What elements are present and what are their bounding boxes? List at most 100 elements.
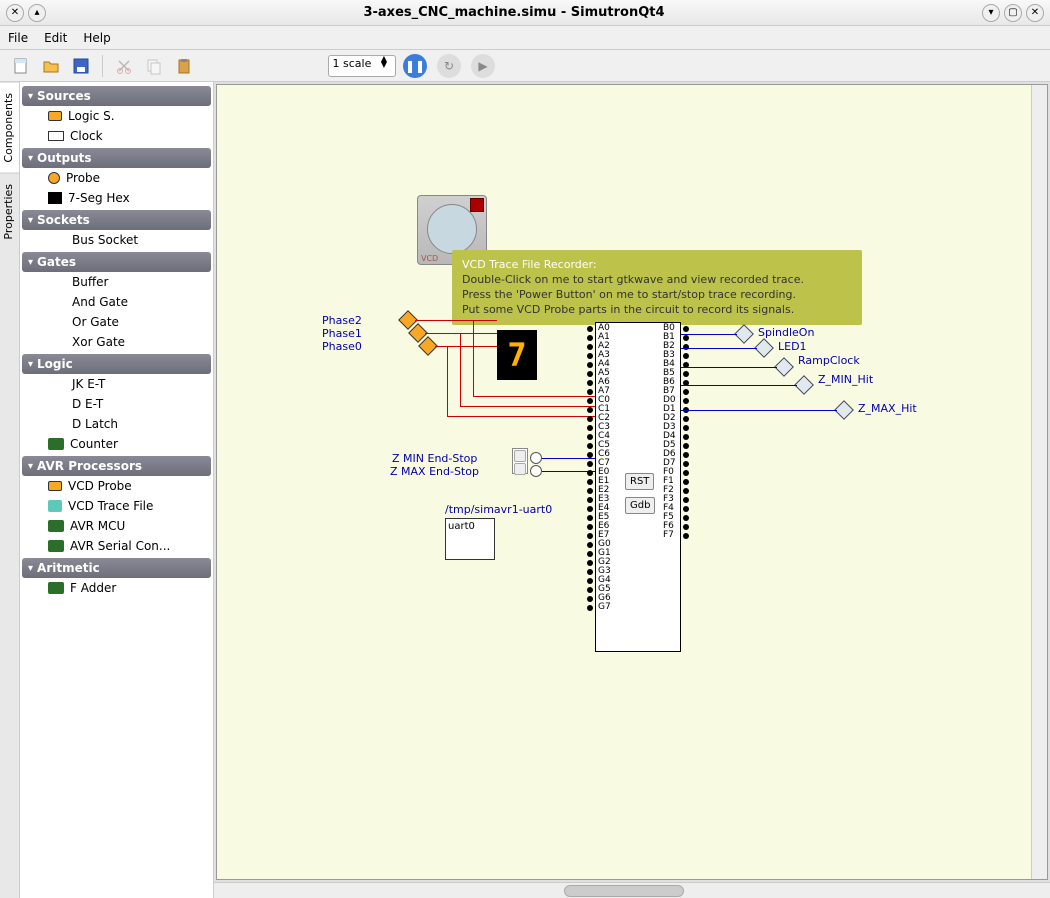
pin-A0[interactable] bbox=[587, 326, 593, 332]
pin-G3[interactable] bbox=[587, 569, 593, 575]
pin-B2[interactable] bbox=[683, 344, 689, 350]
pin-A2[interactable] bbox=[587, 344, 593, 350]
tab-components[interactable]: Components bbox=[0, 82, 19, 173]
pin-A1[interactable] bbox=[587, 335, 593, 341]
tree-item-avr-serial-con-[interactable]: AVR Serial Con... bbox=[22, 536, 211, 556]
tree-item-xor-gate[interactable]: Xor Gate bbox=[22, 332, 211, 352]
save-file-icon[interactable] bbox=[68, 53, 94, 79]
pin-F7[interactable] bbox=[683, 533, 689, 539]
pin-F0[interactable] bbox=[683, 470, 689, 476]
pin-F2[interactable] bbox=[683, 488, 689, 494]
tree-category-aritmetic[interactable]: Aritmetic bbox=[22, 558, 211, 578]
menu-file[interactable]: File bbox=[8, 31, 28, 45]
pin-E7[interactable] bbox=[587, 533, 593, 539]
schematic-canvas[interactable]: VCD VCD Trace File Recorder: Double-Clic… bbox=[216, 84, 1048, 880]
endstop-node-max[interactable] bbox=[530, 465, 542, 477]
pin-B3[interactable] bbox=[683, 353, 689, 359]
tree-item-f-adder[interactable]: F Adder bbox=[22, 578, 211, 598]
pause-button[interactable]: ❚❚ bbox=[403, 54, 427, 78]
horizontal-scrollbar[interactable] bbox=[214, 882, 1050, 898]
pin-A5[interactable] bbox=[587, 371, 593, 377]
probe-spindleon[interactable] bbox=[734, 324, 754, 344]
pin-D4[interactable] bbox=[683, 434, 689, 440]
probe-zmax[interactable] bbox=[834, 400, 854, 420]
pin-E2[interactable] bbox=[587, 488, 593, 494]
pin-E0[interactable] bbox=[587, 470, 593, 476]
seven-seg-display[interactable]: 7 bbox=[497, 330, 537, 380]
pin-C0[interactable] bbox=[587, 398, 593, 404]
tree-category-sources[interactable]: Sources bbox=[22, 86, 211, 106]
tree-item-7-seg-hex[interactable]: 7-Seg Hex bbox=[22, 188, 211, 208]
tree-item-avr-mcu[interactable]: AVR MCU bbox=[22, 516, 211, 536]
pin-G1[interactable] bbox=[587, 551, 593, 557]
pin-E5[interactable] bbox=[587, 515, 593, 521]
uart-terminal[interactable]: uart0 bbox=[445, 518, 495, 560]
pin-C1[interactable] bbox=[587, 407, 593, 413]
paste-icon[interactable] bbox=[171, 53, 197, 79]
pin-E6[interactable] bbox=[587, 524, 593, 530]
pin-G5[interactable] bbox=[587, 587, 593, 593]
tree-item-bus-socket[interactable]: Bus Socket bbox=[22, 230, 211, 250]
pin-D0[interactable] bbox=[683, 398, 689, 404]
pin-C4[interactable] bbox=[587, 434, 593, 440]
pin-A4[interactable] bbox=[587, 362, 593, 368]
tree-category-avr-processors[interactable]: AVR Processors bbox=[22, 456, 211, 476]
pin-F6[interactable] bbox=[683, 524, 689, 530]
tree-category-sockets[interactable]: Sockets bbox=[22, 210, 211, 230]
pin-B1[interactable] bbox=[683, 335, 689, 341]
pin-F3[interactable] bbox=[683, 497, 689, 503]
probe-led1[interactable] bbox=[754, 338, 774, 358]
pin-B7[interactable] bbox=[683, 389, 689, 395]
probe-rampclock[interactable] bbox=[774, 357, 794, 377]
menu-help[interactable]: Help bbox=[83, 31, 110, 45]
probe-zmin[interactable] bbox=[794, 375, 814, 395]
tree-item-probe[interactable]: Probe bbox=[22, 168, 211, 188]
pin-G4[interactable] bbox=[587, 578, 593, 584]
pin-D6[interactable] bbox=[683, 452, 689, 458]
maximize-icon[interactable]: ▢ bbox=[1004, 4, 1022, 22]
pin-D3[interactable] bbox=[683, 425, 689, 431]
tree-item-d-e-t[interactable]: D E-T bbox=[22, 394, 211, 414]
pin-F1[interactable] bbox=[683, 479, 689, 485]
cut-icon[interactable] bbox=[111, 53, 137, 79]
pin-D7[interactable] bbox=[683, 461, 689, 467]
open-file-icon[interactable] bbox=[38, 53, 64, 79]
tree-item-d-latch[interactable]: D Latch bbox=[22, 414, 211, 434]
gdb-button[interactable]: Gdb bbox=[625, 497, 655, 514]
pin-E4[interactable] bbox=[587, 506, 593, 512]
vcd-power-button[interactable] bbox=[470, 198, 484, 212]
tree-item-counter[interactable]: Counter bbox=[22, 434, 211, 454]
pin-C2[interactable] bbox=[587, 416, 593, 422]
tree-category-logic[interactable]: Logic bbox=[22, 354, 211, 374]
pin-E3[interactable] bbox=[587, 497, 593, 503]
minimize-icon[interactable]: ▾ bbox=[982, 4, 1000, 22]
tree-category-gates[interactable]: Gates bbox=[22, 252, 211, 272]
scale-selector[interactable]: 1 scale ▲▼ bbox=[328, 55, 397, 77]
reload-button[interactable]: ↻ bbox=[437, 54, 461, 78]
tree-item-logic-s-[interactable]: Logic S. bbox=[22, 106, 211, 126]
pin-G6[interactable] bbox=[587, 596, 593, 602]
tree-item-and-gate[interactable]: And Gate bbox=[22, 292, 211, 312]
pin-G7[interactable] bbox=[587, 605, 593, 611]
tree-item-jk-e-t[interactable]: JK E-T bbox=[22, 374, 211, 394]
tree-item-clock[interactable]: Clock bbox=[22, 126, 211, 146]
new-file-icon[interactable] bbox=[8, 53, 34, 79]
pin-G2[interactable] bbox=[587, 560, 593, 566]
tree-item-vcd-probe[interactable]: VCD Probe bbox=[22, 476, 211, 496]
tree-category-outputs[interactable]: Outputs bbox=[22, 148, 211, 168]
pin-A3[interactable] bbox=[587, 353, 593, 359]
pin-F4[interactable] bbox=[683, 506, 689, 512]
copy-icon[interactable] bbox=[141, 53, 167, 79]
pin-D2[interactable] bbox=[683, 416, 689, 422]
pin-B5[interactable] bbox=[683, 371, 689, 377]
pin-C7[interactable] bbox=[587, 461, 593, 467]
rollup-icon[interactable]: ▴ bbox=[28, 4, 46, 22]
app-menu-icon[interactable]: ✕ bbox=[6, 4, 24, 22]
endstop-switches[interactable] bbox=[512, 448, 528, 474]
endstop-node-min[interactable] bbox=[530, 452, 542, 464]
pin-D5[interactable] bbox=[683, 443, 689, 449]
pin-C5[interactable] bbox=[587, 443, 593, 449]
play-button[interactable]: ▶ bbox=[471, 54, 495, 78]
tree-item-or-gate[interactable]: Or Gate bbox=[22, 312, 211, 332]
pin-C3[interactable] bbox=[587, 425, 593, 431]
